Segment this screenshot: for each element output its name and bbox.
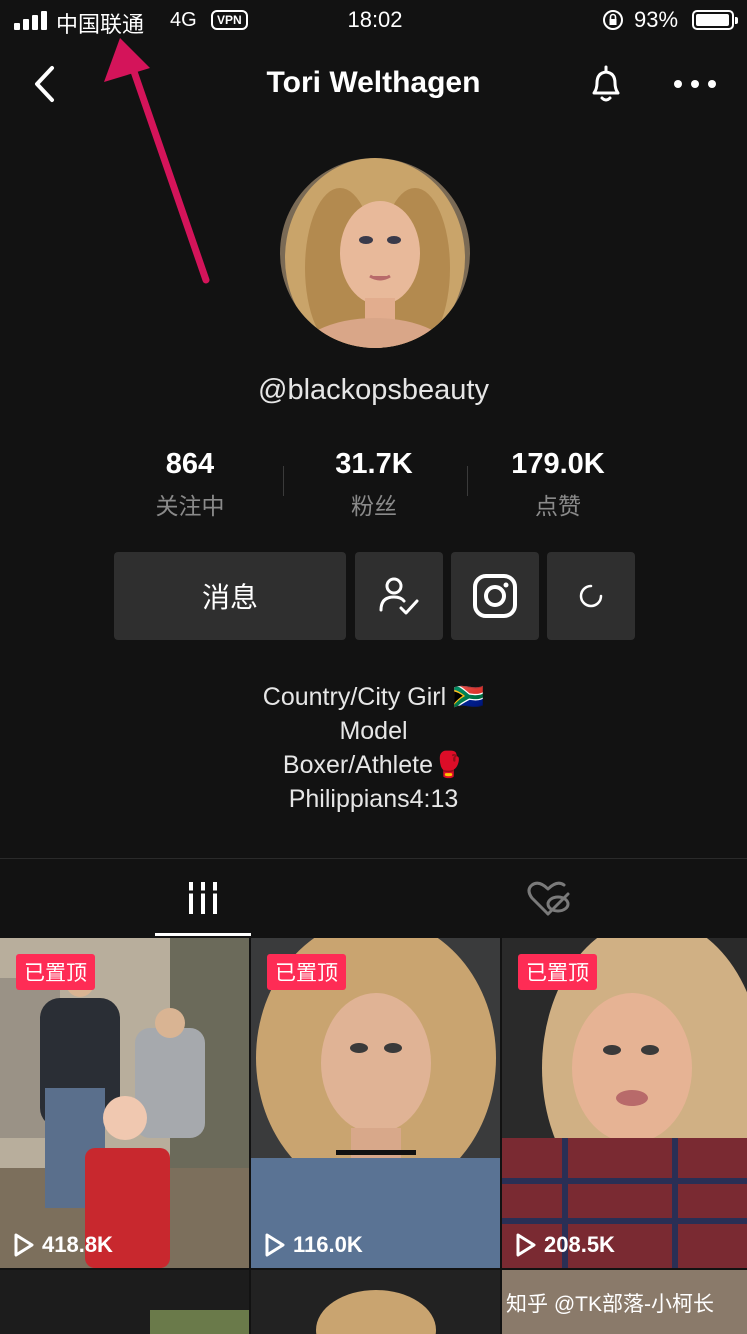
tab-liked-private[interactable]: [500, 870, 596, 926]
avatar-image: [280, 158, 470, 348]
battery-percent: 93%: [634, 7, 679, 32]
play-icon: [516, 1233, 536, 1257]
video-tile[interactable]: 已置顶 116.0K: [251, 938, 500, 1268]
active-tab-indicator: [155, 933, 251, 936]
vpn-badge: VPN: [211, 10, 248, 30]
video-thumbnail: [0, 1270, 249, 1334]
followers-count: 31.7K: [335, 448, 413, 480]
view-count: 208.5K: [514, 1232, 615, 1258]
bio-line: Model: [339, 717, 408, 745]
suggested-accounts-button[interactable]: [547, 552, 635, 640]
signal-icon: [14, 10, 48, 30]
following-count: 864: [165, 448, 215, 480]
profile-handle: @blackopsbeauty: [258, 374, 489, 406]
heart-hidden-icon: [527, 881, 570, 916]
likes-label: 点赞: [535, 493, 581, 519]
profile-bio: Country/City Girl 🇿🇦 Model Boxer/Athlete…: [0, 680, 747, 816]
followers-label: 粉丝: [351, 493, 397, 519]
bio-line: Boxer/Athlete🥊: [282, 751, 465, 779]
followers-stat[interactable]: 31.7K 粉丝: [284, 448, 464, 521]
bell-icon[interactable]: [584, 62, 628, 106]
view-count: 116.0K: [263, 1232, 363, 1258]
video-thumbnail: [251, 1270, 500, 1334]
tab-videos[interactable]: [155, 870, 251, 926]
following-stat[interactable]: 864 关注中: [100, 448, 280, 521]
video-tile[interactable]: [0, 1270, 249, 1334]
annotation-arrow: [104, 38, 210, 284]
grid-icon: [187, 882, 219, 914]
video-tile[interactable]: [251, 1270, 500, 1334]
following-label: 关注中: [155, 493, 225, 519]
video-tile[interactable]: 已置顶 418.8K: [0, 938, 249, 1268]
carrier-name: 中国联通: [56, 12, 145, 37]
bio-line: Philippians4:13: [288, 785, 459, 813]
user-check-icon: [379, 577, 419, 615]
orientation-lock-icon: [603, 10, 623, 30]
instagram-icon: [473, 574, 517, 618]
bio-line: Country/City Girl 🇿🇦: [262, 683, 485, 711]
instagram-button[interactable]: [451, 552, 539, 640]
play-icon: [14, 1233, 34, 1257]
following-button[interactable]: [355, 552, 443, 640]
avatar[interactable]: [280, 158, 470, 348]
video-tile[interactable]: 已置顶 208.5K: [502, 938, 747, 1268]
pinned-badge: 已置顶: [16, 954, 95, 990]
view-count-text: 116.0K: [293, 1232, 363, 1257]
network-type: 4G: [170, 9, 197, 31]
page-title: Tori Welthagen: [266, 66, 481, 99]
likes-stat: 179.0K 点赞: [468, 448, 648, 521]
watermark: 知乎 @TK部落-小柯长: [506, 1293, 714, 1316]
view-count-text: 418.8K: [42, 1232, 113, 1257]
view-count-text: 208.5K: [544, 1232, 615, 1257]
pinned-badge: 已置顶: [267, 954, 346, 990]
likes-count: 179.0K: [511, 448, 605, 480]
loading-spinner-icon: [579, 584, 603, 608]
more-horizontal-icon[interactable]: [672, 74, 718, 94]
message-button[interactable]: 消息: [114, 552, 346, 640]
chevron-left-icon[interactable]: [28, 64, 64, 104]
battery-icon: [692, 10, 738, 30]
clock: 18:02: [347, 7, 403, 32]
pinned-badge: 已置顶: [518, 954, 597, 990]
view-count: 418.8K: [12, 1232, 113, 1258]
play-icon: [265, 1233, 285, 1257]
divider: [0, 858, 747, 859]
